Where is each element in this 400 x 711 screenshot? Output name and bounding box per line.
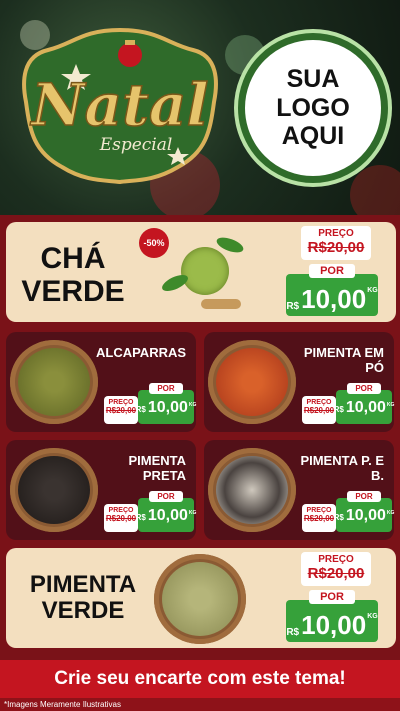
- logo-text: AQUI: [281, 122, 345, 151]
- old-price-badge: PREÇO R$20,00: [302, 396, 336, 424]
- product-card-pimenta-pb[interactable]: PIMENTA P. E B. PREÇO R$20,00 POR R$ 10,0…: [204, 440, 394, 540]
- logo-placeholder[interactable]: SUA LOGO AQUI: [238, 33, 388, 183]
- new-price-badge: POR R$ 10,00 KG: [334, 491, 394, 532]
- product-card-pimenta-verde[interactable]: PIMENTA VERDE PREÇO R$20,00 POR R$ 10,00 K…: [6, 548, 396, 648]
- product-name: PIMENTA EM PÓ: [303, 345, 384, 375]
- green-pepper-image: [154, 554, 246, 644]
- bokeh-light: [350, 165, 400, 215]
- flyer: Natal Especial SUA LOGO AQUI CHÁ VERDE -…: [0, 0, 400, 711]
- badge-title: Natal: [29, 71, 208, 139]
- logo-text: SUA: [286, 64, 340, 93]
- product-name: PIMENTA PRETA: [128, 453, 186, 483]
- header-banner: Natal Especial SUA LOGO AQUI: [0, 0, 400, 215]
- old-price-badge: PREÇO R$20,00: [301, 552, 371, 586]
- product-card-pimenta-po[interactable]: PIMENTA EM PÓ PREÇO R$20,00 POR R$ 10,00 K…: [204, 332, 394, 432]
- old-price-badge: PREÇO R$20,00: [302, 504, 336, 532]
- product-card-pimenta-preta[interactable]: PIMENTA PRETA PREÇO R$20,00 POR R$ 10,00 K…: [6, 440, 196, 540]
- old-price-badge: PREÇO R$20,00: [104, 396, 138, 424]
- new-price-badge: POR R$ 10,00 KG: [136, 383, 196, 424]
- mixed-pepper-image: [208, 448, 296, 532]
- disclaimer-text: *Imagens Meramente Ilustrativas: [0, 698, 400, 711]
- new-price-badge: POR R$ 10,00 KG: [334, 383, 394, 424]
- old-price-badge: PREÇO R$20,00: [301, 226, 371, 260]
- cta-banner[interactable]: Crie seu encarte com este tema!: [0, 660, 400, 698]
- capers-image: [10, 340, 98, 424]
- logo-text: LOGO: [276, 93, 350, 122]
- natal-badge: Natal Especial: [22, 27, 218, 185]
- product-name: PIMENTA VERDE: [29, 571, 137, 625]
- black-pepper-image: [10, 448, 98, 532]
- new-price-badge: POR R$ 10,00 KG: [286, 590, 378, 642]
- new-price-badge: POR R$ 10,00 KG: [136, 491, 196, 532]
- product-name: PIMENTA P. E B.: [300, 453, 384, 483]
- green-tea-image: [156, 234, 246, 317]
- chili-powder-image: [208, 340, 296, 424]
- product-name: ALCAPARRAS: [96, 345, 187, 360]
- old-price-badge: PREÇO R$20,00: [104, 504, 138, 532]
- product-name: CHÁ VERDE: [21, 242, 125, 308]
- product-card-cha-verde[interactable]: CHÁ VERDE -50% PREÇO R$20,00 POR R$ 10,00…: [6, 222, 396, 322]
- product-card-alcaparras[interactable]: ALCAPARRAS PREÇO R$20,00 POR R$ 10,00 KG: [6, 332, 196, 432]
- new-price-badge: POR R$ 10,00 KG: [286, 264, 378, 316]
- badge-subtitle: Especial: [99, 135, 173, 155]
- ornament-icon: [118, 43, 142, 67]
